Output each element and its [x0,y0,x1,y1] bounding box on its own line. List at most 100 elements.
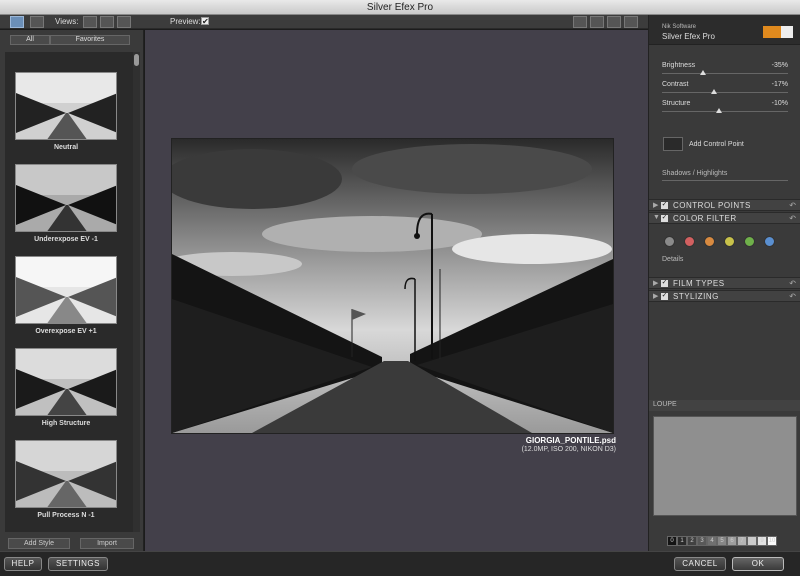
toolbar: Views: Preview: ✔ [0,15,648,29]
preset-label: Underexpose EV -1 [34,236,98,243]
reset-icon[interactable]: ↶ [789,279,796,288]
filter-color-button[interactable] [684,236,695,247]
expand-arrow-icon[interactable]: ▶ [653,279,658,287]
slider-knob[interactable] [699,70,706,75]
shadows-highlights-track[interactable] [662,180,788,181]
ok-button[interactable]: OK [732,557,784,571]
loupe-view [653,416,797,516]
expand-arrow-icon[interactable]: ▶ [653,201,658,209]
view-side-by-side-icon[interactable] [117,16,131,28]
filter-color-button[interactable] [764,236,775,247]
tab-favorites[interactable]: Favorites [50,35,130,45]
preset-list: Neutral Underexpose EV -1 Overexpose EV … [5,52,133,532]
slider-value: -35% [771,62,788,69]
preset-thumbnail [15,440,117,508]
preset-item[interactable]: High Structure [15,348,117,427]
section-checkbox[interactable]: ✓ [661,292,668,300]
zone-swatch[interactable]: 0 [667,536,677,546]
help-button[interactable]: HELP [4,557,42,571]
filter-color-button[interactable] [724,236,735,247]
cancel-button[interactable]: CANCEL [674,557,726,571]
shadows-highlights-label: Shadows / Highlights [662,170,728,177]
preset-item[interactable]: Neutral [15,72,117,151]
slider-label: Brightness [662,62,696,69]
details-label: Details [662,256,684,263]
section-checkbox[interactable]: ✓ [661,201,668,209]
views-label: Views: [55,17,79,26]
styles-panel: All Favorites Neutral Underexpose EV -1 … [0,30,144,551]
section-title: STYLIZING [673,292,719,301]
slider-label: Contrast [662,81,689,88]
preset-thumbnail [15,164,117,232]
loupe-label: LOUPE [653,401,677,408]
preset-item[interactable]: Overexpose EV +1 [15,256,117,335]
preview-image [162,138,614,434]
preset-item[interactable]: Pull Process N -1 [15,440,117,519]
slider-knob[interactable] [715,108,722,113]
image-filename: GIORGIA_PONTILE.psd [525,436,616,445]
slider-track[interactable] [662,111,788,112]
zone-swatch[interactable]: 4 [707,536,717,546]
slider-track[interactable] [662,73,788,74]
add-control-point-button[interactable] [663,137,683,151]
import-button[interactable]: Import [80,538,134,549]
reset-icon[interactable]: ↶ [789,292,796,301]
preset-label: Pull Process N -1 [37,512,95,519]
hand-tool-icon[interactable] [607,16,621,28]
single-view-icon[interactable] [10,16,24,28]
reset-icon[interactable]: ↶ [789,214,796,223]
section-stylizing[interactable]: ▶ ✓ STYLIZING ↶ [649,290,800,302]
preset-label: High Structure [41,420,91,427]
slider-label: Structure [662,100,691,107]
preset-item[interactable]: Underexpose EV -1 [15,164,117,243]
filter-color-button[interactable] [704,236,715,247]
tab-all[interactable]: All [10,35,50,45]
preview-label: Preview: [170,17,201,26]
zone-swatch[interactable]: 10 [767,536,777,546]
grid-view-icon[interactable] [30,16,44,28]
adjustments-panel: Nik Software Silver Efex Pro Brightness … [648,15,800,551]
settings-button[interactable]: SETTINGS [48,557,108,571]
zone-swatch[interactable]: 7 [737,536,747,546]
zoom-tool-icon[interactable] [590,16,604,28]
window-title: Silver Efex Pro [366,2,434,13]
pointer-tool-icon[interactable] [573,16,587,28]
collapse-arrow-icon[interactable]: ▼ [653,214,660,221]
zone-swatch[interactable]: 6 [727,536,737,546]
zone-swatch[interactable]: 1 [677,536,687,546]
preset-scrollbar[interactable] [133,52,140,532]
zone-swatch[interactable]: 5 [717,536,727,546]
preset-thumbnail [15,348,117,416]
section-checkbox[interactable]: ✓ [661,214,668,222]
loupe-header[interactable]: LOUPE [649,400,800,411]
zone-swatch[interactable]: 8 [747,536,757,546]
zone-swatch[interactable]: 2 [687,536,697,546]
lightbulb-icon[interactable] [624,16,638,28]
title-bar: Silver Efex Pro [0,0,800,15]
section-control-points[interactable]: ▶ ✓ CONTROL POINTS ↶ [649,199,800,211]
add-style-button[interactable]: Add Style [8,538,70,549]
section-title: FILM TYPES [673,279,725,288]
preview-checkbox[interactable]: ✔ [201,17,209,26]
section-title: COLOR FILTER [673,214,737,223]
section-checkbox[interactable]: ✓ [661,279,668,287]
scrollbar-thumb[interactable] [134,54,139,66]
view-split-icon[interactable] [100,16,114,28]
view-single-icon[interactable] [83,16,97,28]
add-control-point-label: Add Control Point [689,141,744,148]
preview-area: GIORGIA_PONTILE.psd (12.0MP, ISO 200, NI… [145,30,648,551]
slider-knob[interactable] [711,89,718,94]
reset-icon[interactable]: ↶ [789,201,796,210]
product-name: Silver Efex Pro [662,32,715,41]
zone-swatch[interactable]: 3 [697,536,707,546]
company-name: Nik Software [662,24,697,30]
image-metadata: (12.0MP, ISO 200, NIKON D3) [521,446,616,453]
filter-color-button[interactable] [664,236,675,247]
section-color-filter[interactable]: ▼ ✓ COLOR FILTER ↶ [649,212,800,224]
section-film-types[interactable]: ▶ ✓ FILM TYPES ↶ [649,277,800,289]
expand-arrow-icon[interactable]: ▶ [653,292,658,300]
slider-value: -10% [771,100,788,107]
slider-track[interactable] [662,92,788,93]
zone-swatch[interactable]: 9 [757,536,767,546]
filter-color-button[interactable] [744,236,755,247]
